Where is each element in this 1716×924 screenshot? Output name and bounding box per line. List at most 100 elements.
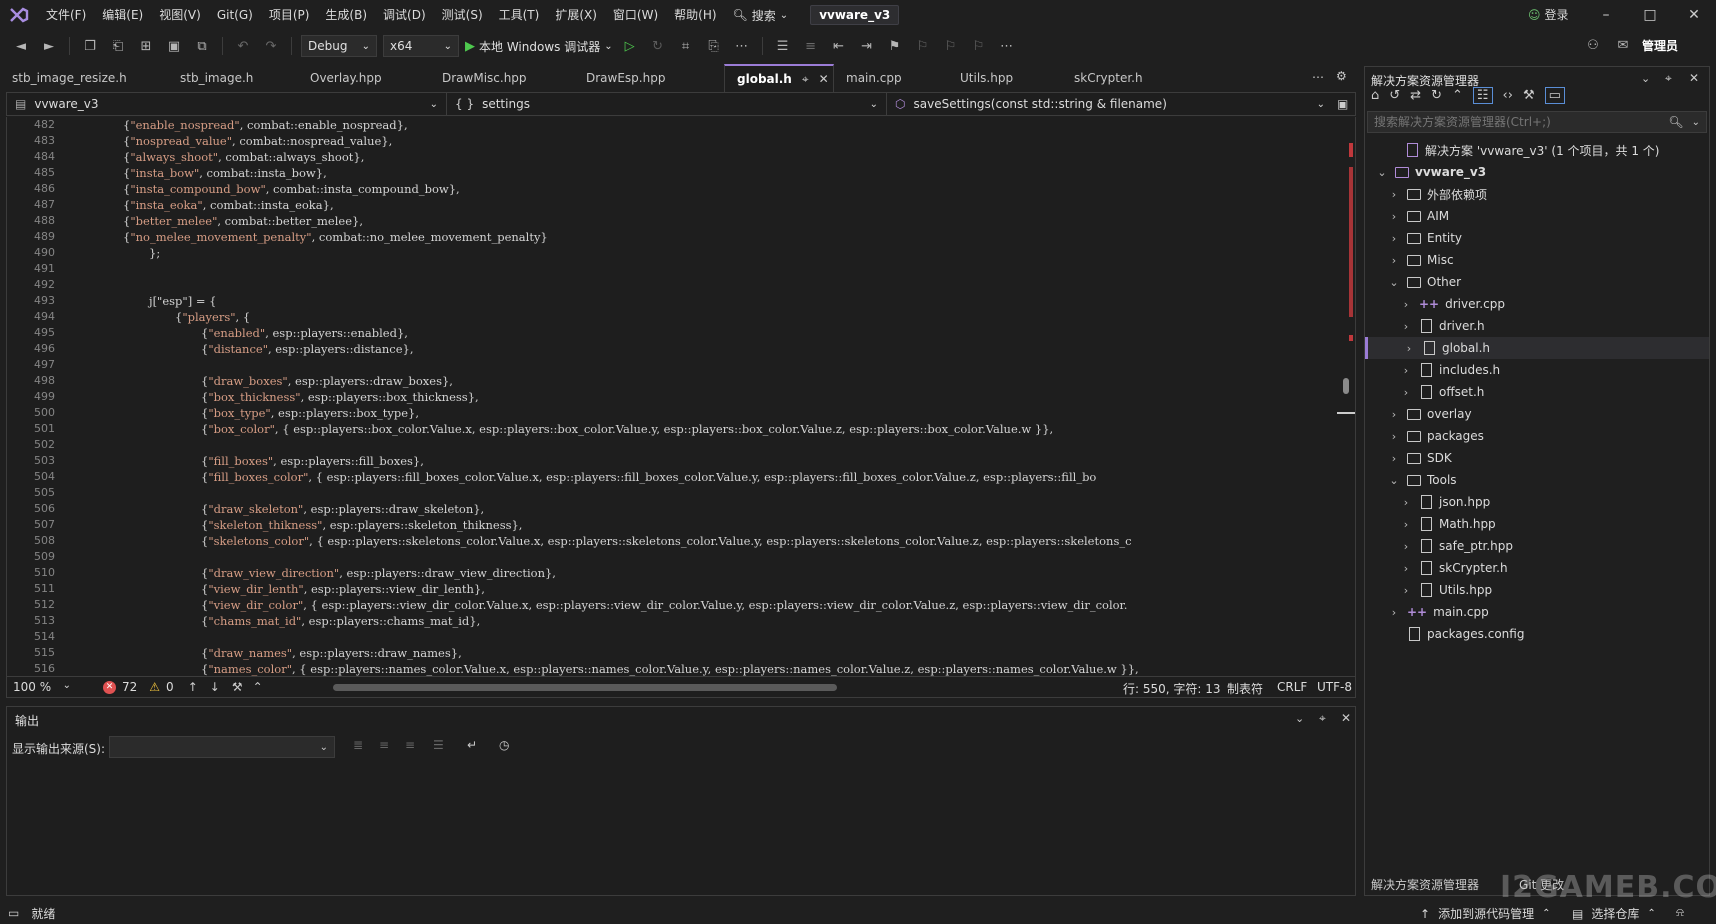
tab-utils[interactable]: Utils.hpp bbox=[948, 64, 1062, 92]
tab-skcrypter[interactable]: skCrypter.h bbox=[1062, 64, 1202, 92]
diagnostics-icon[interactable]: ⎘ bbox=[703, 35, 725, 57]
switch-views-icon[interactable]: ⇄ bbox=[1410, 88, 1421, 103]
feedback-icon[interactable]: ✉ bbox=[1612, 34, 1634, 56]
file-encoding[interactable]: UTF-8 bbox=[1317, 680, 1352, 694]
code-line[interactable]: 507 {"skeleton_thikness", esp::players::s… bbox=[7, 517, 1333, 533]
chevron-down-icon[interactable]: ⌄ bbox=[1387, 276, 1401, 289]
chevron-right-icon[interactable]: › bbox=[1387, 210, 1401, 223]
search-icon[interactable]: 🔍︎ bbox=[1668, 115, 1683, 129]
code-line[interactable]: 496 {"distance", esp::players::distance}, bbox=[7, 341, 1333, 357]
chevron-right-icon[interactable]: › bbox=[1387, 452, 1401, 465]
warning-count-indicator[interactable]: ⚠ 0 bbox=[149, 680, 173, 694]
bell-icon[interactable]: ⍾ bbox=[1676, 905, 1684, 920]
tree-item[interactable]: › SDK bbox=[1365, 447, 1709, 469]
search-menu[interactable]: 🔍︎ 搜索 ⌄ bbox=[725, 7, 797, 24]
configuration-dropdown[interactable]: Debug ⌄ bbox=[301, 35, 377, 57]
live-share-icon[interactable]: ⚇ bbox=[1582, 34, 1604, 56]
uncomment-icon[interactable]: ≡ bbox=[800, 35, 822, 57]
next-message-icon[interactable]: ≡ bbox=[405, 738, 415, 752]
code-line[interactable]: 500 {"box_type", esp::players::box_type}, bbox=[7, 405, 1333, 421]
menu-build[interactable]: 生成(B) bbox=[317, 0, 375, 30]
menu-file[interactable]: 文件(F) bbox=[38, 0, 94, 30]
menu-window[interactable]: 窗口(W) bbox=[605, 0, 666, 30]
code-line[interactable]: 512 {"view_dir_color", { esp::players::vi… bbox=[7, 597, 1333, 613]
tree-item[interactable]: › safe_ptr.hpp bbox=[1365, 535, 1709, 557]
split-view-icon[interactable]: ▣ bbox=[1337, 97, 1348, 111]
code-line[interactable]: 489 {"no_melee_movement_penalty", combat:… bbox=[7, 229, 1333, 245]
tab-stb-image-resize[interactable]: stb_image_resize.h bbox=[0, 64, 168, 92]
code-line[interactable]: 501 {"box_color", { esp::players::box_col… bbox=[7, 421, 1333, 437]
chevron-down-icon[interactable]: ⌄ bbox=[1387, 474, 1401, 487]
code-line[interactable]: 502 bbox=[7, 437, 1333, 453]
outdent-icon[interactable]: ⇤ bbox=[828, 35, 850, 57]
tree-item[interactable]: ⌄ Tools bbox=[1365, 469, 1709, 491]
chevron-right-icon[interactable]: › bbox=[1387, 606, 1401, 619]
chevron-up-icon[interactable]: ⌃ bbox=[253, 680, 263, 694]
chevron-right-icon[interactable]: › bbox=[1399, 386, 1413, 399]
code-line[interactable]: 509 bbox=[7, 549, 1333, 565]
word-wrap-icon[interactable]: ↵ bbox=[467, 738, 477, 752]
clear-all-icon[interactable]: ☰ bbox=[433, 738, 444, 752]
tree-item[interactable]: › AIM bbox=[1365, 205, 1709, 227]
menu-project[interactable]: 项目(P) bbox=[261, 0, 318, 30]
tab-stb-image[interactable]: stb_image.h bbox=[168, 64, 298, 92]
code-line[interactable]: 505 bbox=[7, 485, 1333, 501]
chevron-right-icon[interactable]: › bbox=[1387, 254, 1401, 267]
tree-item[interactable]: ⌄ Other bbox=[1365, 271, 1709, 293]
tab-drawesp[interactable]: DrawEsp.hpp bbox=[574, 64, 724, 92]
platform-dropdown[interactable]: x64 ⌄ bbox=[383, 35, 459, 57]
cursor-position[interactable]: 行: 550, 字符: 13 bbox=[1123, 680, 1221, 697]
project-scope-dropdown[interactable]: ▤ vvware_v3 ⌄ bbox=[7, 93, 447, 115]
code-line[interactable]: 493 j["esp"] = { bbox=[7, 293, 1333, 309]
more-icon[interactable]: ⋯ bbox=[996, 35, 1018, 57]
code-line[interactable]: 504 {"fill_boxes_color", { esp::players::… bbox=[7, 469, 1333, 485]
chevron-down-icon[interactable]: ⌄ bbox=[1692, 117, 1700, 128]
menu-help[interactable]: 帮助(H) bbox=[666, 0, 724, 30]
menu-extensions[interactable]: 扩展(X) bbox=[547, 0, 605, 30]
output-source-dropdown[interactable]: ⌄ bbox=[109, 736, 335, 758]
tree-item[interactable]: ⌄ vvware_v3 bbox=[1365, 161, 1709, 183]
code-line[interactable]: 510 {"draw_view_direction", esp::players:… bbox=[7, 565, 1333, 581]
tab-overlay[interactable]: Overlay.hpp bbox=[298, 64, 430, 92]
pin-icon[interactable]: ⌖ bbox=[1665, 71, 1672, 86]
forward-icon[interactable]: ► bbox=[38, 35, 60, 57]
code-cleanup-icon[interactable]: ⚒ bbox=[232, 680, 243, 694]
chevron-right-icon[interactable]: › bbox=[1399, 518, 1413, 531]
sync-icon[interactable]: ↺ bbox=[1389, 88, 1400, 103]
chevron-right-icon[interactable]: › bbox=[1399, 496, 1413, 509]
code-line[interactable]: 508 {"skeletons_color", { esp::players::s… bbox=[7, 533, 1333, 549]
gear-icon[interactable]: ⚙ bbox=[1336, 69, 1347, 83]
chevron-down-icon[interactable]: ⌄ bbox=[1295, 712, 1304, 725]
comment-icon[interactable]: ☰ bbox=[772, 35, 794, 57]
tree-item[interactable]: › offset.h bbox=[1365, 381, 1709, 403]
add-item-icon[interactable]: ⊞ bbox=[135, 35, 157, 57]
tree-item[interactable]: › global.h bbox=[1365, 337, 1709, 359]
collapse-all-icon[interactable]: ⌃ bbox=[1452, 88, 1463, 103]
chevron-right-icon[interactable]: › bbox=[1399, 562, 1413, 575]
output-content[interactable] bbox=[7, 763, 1355, 895]
code-line[interactable]: 498 {"draw_boxes", esp::players::draw_box… bbox=[7, 373, 1333, 389]
tree-item[interactable]: 解决方案 'vvware_v3' (1 个项目，共 1 个) bbox=[1365, 139, 1709, 161]
chevron-right-icon[interactable]: › bbox=[1399, 320, 1413, 333]
start-debugging-button[interactable]: ▶ 本地 Windows 调试器 ⌄ bbox=[465, 38, 613, 55]
close-icon[interactable]: ✕ bbox=[1689, 71, 1699, 85]
code-line[interactable]: 484 {"always_shoot", combat::always_shoot… bbox=[7, 149, 1333, 165]
new-project-icon[interactable]: ❐ bbox=[79, 35, 101, 57]
code-line[interactable]: 506 {"draw_skeleton", esp::players::draw_… bbox=[7, 501, 1333, 517]
chevron-right-icon[interactable]: › bbox=[1402, 342, 1416, 355]
indent-icon[interactable]: ⇥ bbox=[856, 35, 878, 57]
browse-icon[interactable]: ⌗ bbox=[675, 35, 697, 57]
add-to-source-control-button[interactable]: ↑ 添加到源代码管理 ⌃ bbox=[1420, 905, 1550, 922]
code-editor[interactable]: 482 {"enable_nospread", combat::enable_no… bbox=[6, 117, 1356, 680]
tree-item[interactable]: › driver.h bbox=[1365, 315, 1709, 337]
pin-icon[interactable]: ⌖ bbox=[802, 72, 809, 87]
previous-message-icon[interactable]: ≡ bbox=[379, 738, 389, 752]
pin-icon[interactable]: ⌖ bbox=[1319, 711, 1326, 726]
code-line[interactable]: 483 {"nospread_value", combat::nospread_v… bbox=[7, 133, 1333, 149]
code-line[interactable]: 503 {"fill_boxes", esp::players::fill_box… bbox=[7, 453, 1333, 469]
more-icon[interactable]: ⋯ bbox=[731, 35, 753, 57]
code-line[interactable]: 511 {"view_dir_lenth", esp::players::view… bbox=[7, 581, 1333, 597]
previous-issue-icon[interactable]: ↑ bbox=[188, 680, 198, 694]
code-line[interactable]: 490}; bbox=[7, 245, 1333, 261]
start-without-debugging-icon[interactable]: ▷ bbox=[619, 35, 641, 57]
